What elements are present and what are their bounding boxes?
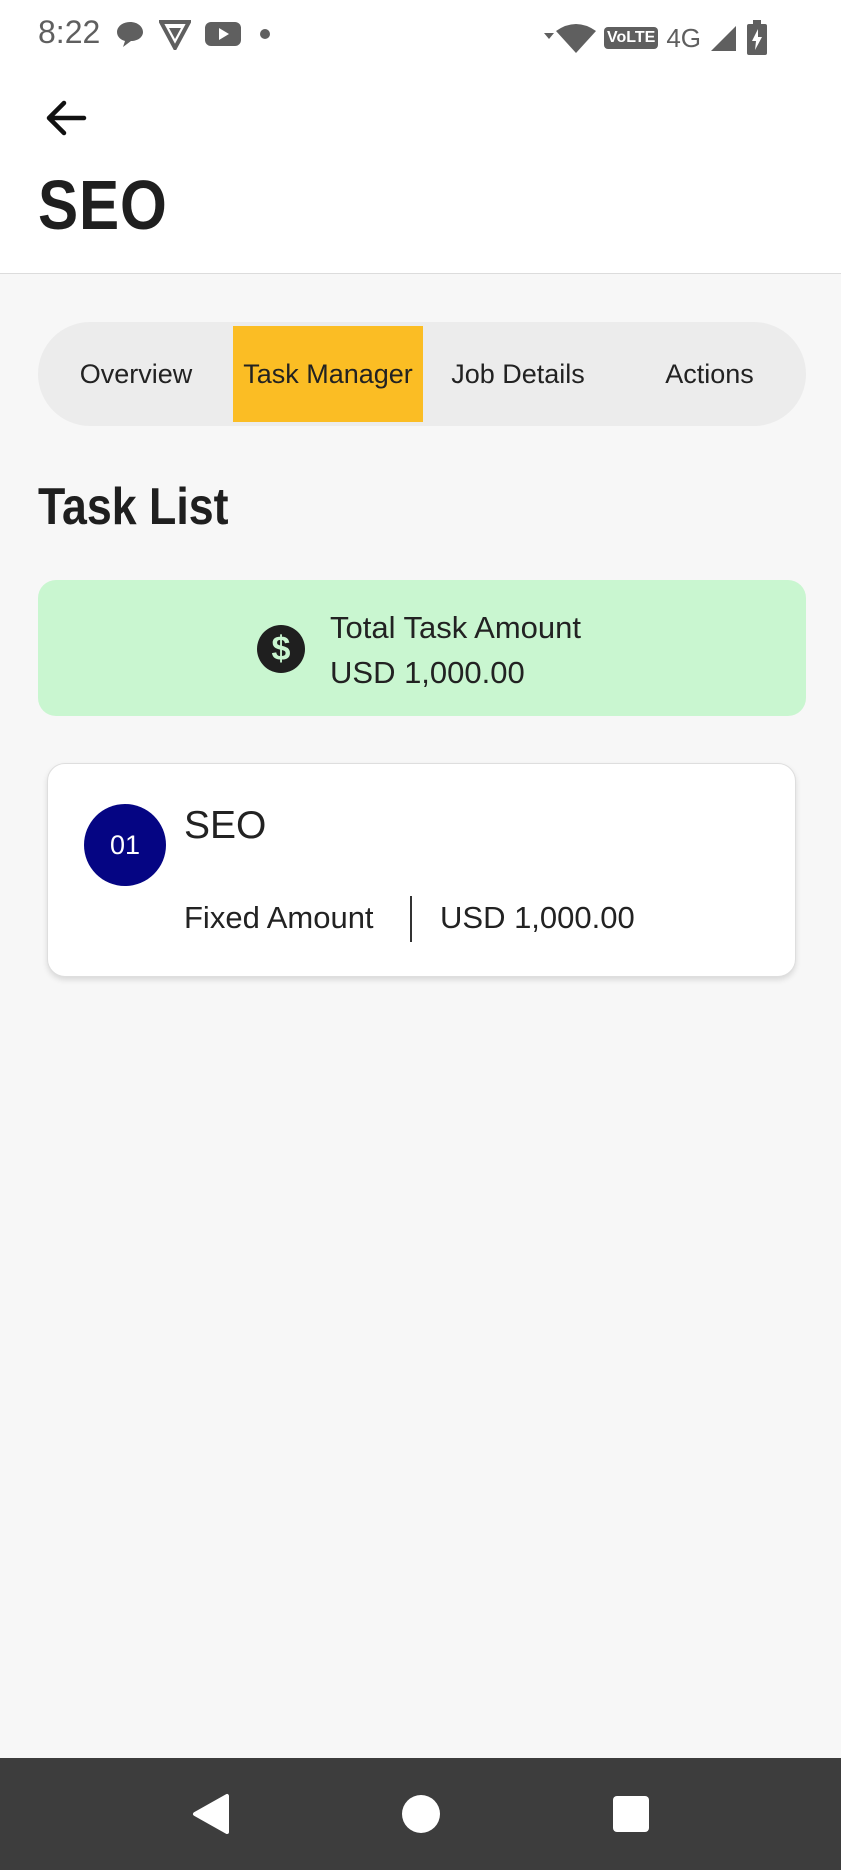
task-card[interactable]: 01 SEO Fixed Amount USD 1,000.00 xyxy=(47,763,796,977)
total-task-amount-label: Total Task Amount xyxy=(330,610,582,645)
recents-square-icon xyxy=(613,1796,649,1832)
system-nav-bar xyxy=(0,1758,841,1870)
nav-back-button[interactable] xyxy=(161,1758,261,1870)
task-type: Fixed Amount xyxy=(184,900,374,935)
nav-home-button[interactable] xyxy=(371,1758,471,1870)
dot-icon xyxy=(260,29,270,39)
tab-bar: Overview Task Manager Job Details Action… xyxy=(38,322,806,426)
page-title: SEO xyxy=(38,166,168,244)
total-task-amount-card: $ Total Task Amount USD 1,000.00 xyxy=(38,580,806,716)
network-type-label: 4G xyxy=(666,22,701,53)
task-name: SEO xyxy=(184,804,267,847)
status-time: 8:22 xyxy=(38,14,101,50)
back-arrow-icon xyxy=(46,100,87,136)
task-amount: USD 1,000.00 xyxy=(440,900,635,935)
status-system-icons: VoLTE 4G xyxy=(542,20,769,56)
tab-job-details[interactable]: Job Details xyxy=(423,322,613,426)
divider xyxy=(410,896,412,942)
wifi-icon xyxy=(544,24,597,53)
volte-label: VoLTE xyxy=(604,27,659,49)
tab-overview[interactable]: Overview xyxy=(38,322,234,426)
signal-icon xyxy=(711,26,736,51)
header: 8:22 VoLTE 4G SEO xyxy=(0,0,841,274)
dollar-circle-icon: $ xyxy=(257,625,305,673)
tab-actions[interactable]: Actions xyxy=(613,322,806,426)
battery-icon xyxy=(747,20,767,55)
tab-task-manager[interactable]: Task Manager xyxy=(233,326,423,422)
total-task-amount-value: USD 1,000.00 xyxy=(330,655,525,690)
task-number-badge: 01 xyxy=(84,804,166,886)
chat-bubble-icon xyxy=(117,22,143,47)
home-circle-icon xyxy=(402,1795,440,1833)
status-bar: 8:22 VoLTE 4G xyxy=(0,0,841,72)
vpn-shield-icon xyxy=(159,20,191,50)
status-notification-icons xyxy=(115,18,275,50)
back-button[interactable] xyxy=(40,92,92,144)
nav-recents-button[interactable] xyxy=(581,1758,681,1870)
back-triangle-icon xyxy=(193,1794,229,1834)
task-list-title: Task List xyxy=(38,478,229,536)
youtube-icon xyxy=(205,22,241,46)
